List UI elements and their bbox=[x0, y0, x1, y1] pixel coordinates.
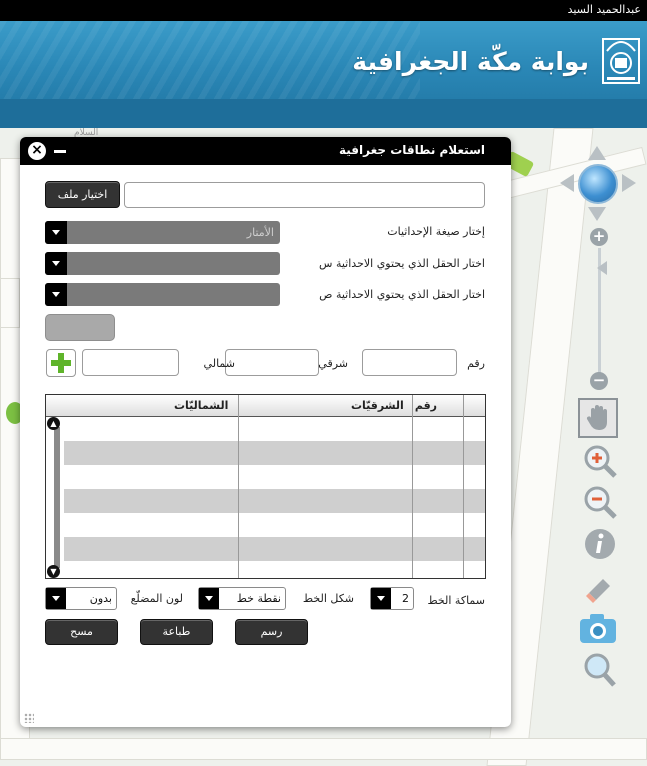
table-row[interactable] bbox=[64, 441, 485, 465]
easting-input[interactable] bbox=[225, 349, 319, 376]
banner-stripe bbox=[0, 99, 647, 128]
resize-handle[interactable] bbox=[24, 713, 34, 723]
chevron-down-icon[interactable] bbox=[45, 221, 67, 244]
x-field-select[interactable] bbox=[45, 252, 280, 275]
chevron-down-icon[interactable] bbox=[199, 588, 219, 609]
load-points-button[interactable] bbox=[45, 314, 115, 341]
number-input[interactable] bbox=[362, 349, 457, 376]
column-divider bbox=[238, 395, 239, 578]
column-header-easting[interactable]: الشرقيّات bbox=[351, 399, 404, 412]
zoom-slider-handle[interactable] bbox=[597, 261, 607, 275]
clear-button[interactable]: مسح bbox=[45, 619, 118, 645]
fill-color-label: لون المضلّع bbox=[130, 592, 183, 605]
column-divider bbox=[412, 395, 413, 578]
scroll-down-icon[interactable]: ▼ bbox=[47, 565, 60, 578]
pan-up-icon[interactable] bbox=[588, 146, 606, 160]
northing-input[interactable] bbox=[82, 349, 179, 376]
x-field-label: اختار الحقل الذي يحتوي الاحداثية س bbox=[319, 257, 485, 270]
dialog-title: استعلام نطاقات جغرافية bbox=[338, 143, 485, 157]
coord-format-select[interactable]: الأمتار bbox=[45, 221, 280, 244]
pan-down-icon[interactable] bbox=[588, 207, 606, 221]
globe-icon[interactable] bbox=[578, 164, 618, 204]
northing-label: شمالي bbox=[203, 357, 235, 370]
y-field-label: اختار الحقل الذي يحتوي الاحداثية ص bbox=[319, 288, 485, 301]
line-style-select[interactable]: نقطة خط bbox=[198, 587, 286, 610]
coord-format-label: إختار صيغة الإحداثيات bbox=[387, 225, 485, 238]
table-row[interactable] bbox=[64, 513, 485, 537]
dialog-header: استعلام نطاقات جغرافية × bbox=[20, 137, 511, 165]
table-row[interactable] bbox=[64, 465, 485, 489]
info-icon[interactable] bbox=[580, 524, 620, 564]
pan-left-icon[interactable] bbox=[560, 174, 574, 192]
line-width-select[interactable]: 2 bbox=[370, 587, 414, 610]
minimize-icon[interactable] bbox=[54, 150, 66, 153]
municipality-logo bbox=[602, 38, 640, 84]
map-road bbox=[0, 278, 20, 328]
column-header-number[interactable]: رقم bbox=[415, 399, 437, 412]
geo-range-query-dialog: استعلام نطاقات جغرافية × اختيار ملف إختا… bbox=[20, 137, 511, 727]
line-width-label: سماكة الخط bbox=[427, 594, 485, 607]
coord-format-value: الأمتار bbox=[246, 226, 274, 239]
zoom-in-icon[interactable] bbox=[580, 441, 620, 481]
line-style-label: شكل الخط bbox=[302, 592, 354, 605]
column-divider bbox=[463, 395, 464, 578]
number-label: رقم bbox=[467, 357, 485, 370]
column-header-northing[interactable]: الشماليّات bbox=[174, 399, 228, 412]
zoom-in-small-icon[interactable]: + bbox=[590, 228, 608, 246]
username[interactable]: عبدالحميد السيد bbox=[568, 3, 641, 16]
easting-label: شرقي bbox=[318, 357, 348, 370]
pan-right-icon[interactable] bbox=[622, 174, 636, 192]
points-table: رقم الشرقيّات الشماليّات ▲ ▼ bbox=[45, 394, 486, 579]
table-row[interactable] bbox=[64, 489, 485, 513]
map-road bbox=[0, 738, 647, 760]
file-path-input[interactable] bbox=[124, 182, 485, 208]
scrollbar-track[interactable] bbox=[54, 427, 60, 568]
magnifier-icon[interactable] bbox=[580, 650, 620, 690]
table-header: رقم الشرقيّات الشماليّات bbox=[46, 395, 485, 417]
table-scrollbar[interactable]: ▲ ▼ bbox=[46, 417, 64, 578]
chevron-down-icon[interactable] bbox=[371, 588, 391, 609]
print-button[interactable]: طباعة bbox=[140, 619, 213, 645]
pan-hand-icon[interactable] bbox=[578, 398, 618, 438]
zoom-out-icon[interactable] bbox=[580, 482, 620, 522]
fill-color-select[interactable]: بدون bbox=[45, 587, 117, 610]
header-banner: بوابة مكّة الجغرافية bbox=[0, 21, 647, 128]
chevron-down-icon[interactable] bbox=[46, 588, 66, 609]
table-row[interactable] bbox=[64, 417, 485, 441]
chevron-down-icon[interactable] bbox=[45, 252, 67, 275]
scroll-up-icon[interactable]: ▲ bbox=[47, 417, 60, 430]
line-width-value: 2 bbox=[402, 592, 409, 605]
choose-file-button[interactable]: اختيار ملف bbox=[45, 181, 120, 208]
table-row[interactable] bbox=[64, 537, 485, 561]
close-icon[interactable]: × bbox=[28, 142, 46, 160]
add-icon bbox=[51, 353, 71, 373]
fill-color-value: بدون bbox=[89, 592, 112, 605]
chevron-down-icon[interactable] bbox=[45, 283, 67, 306]
y-field-select[interactable] bbox=[45, 283, 280, 306]
line-style-value: نقطة خط bbox=[236, 592, 281, 605]
draw-button[interactable]: رسم bbox=[235, 619, 308, 645]
zoom-out-small-icon[interactable]: − bbox=[590, 372, 608, 390]
portal-title: بوابة مكّة الجغرافية bbox=[352, 47, 589, 76]
add-point-button[interactable] bbox=[46, 349, 76, 377]
eraser-icon[interactable] bbox=[580, 566, 620, 606]
camera-icon[interactable] bbox=[578, 608, 618, 648]
top-bar: عبدالحميد السيد bbox=[0, 0, 647, 21]
